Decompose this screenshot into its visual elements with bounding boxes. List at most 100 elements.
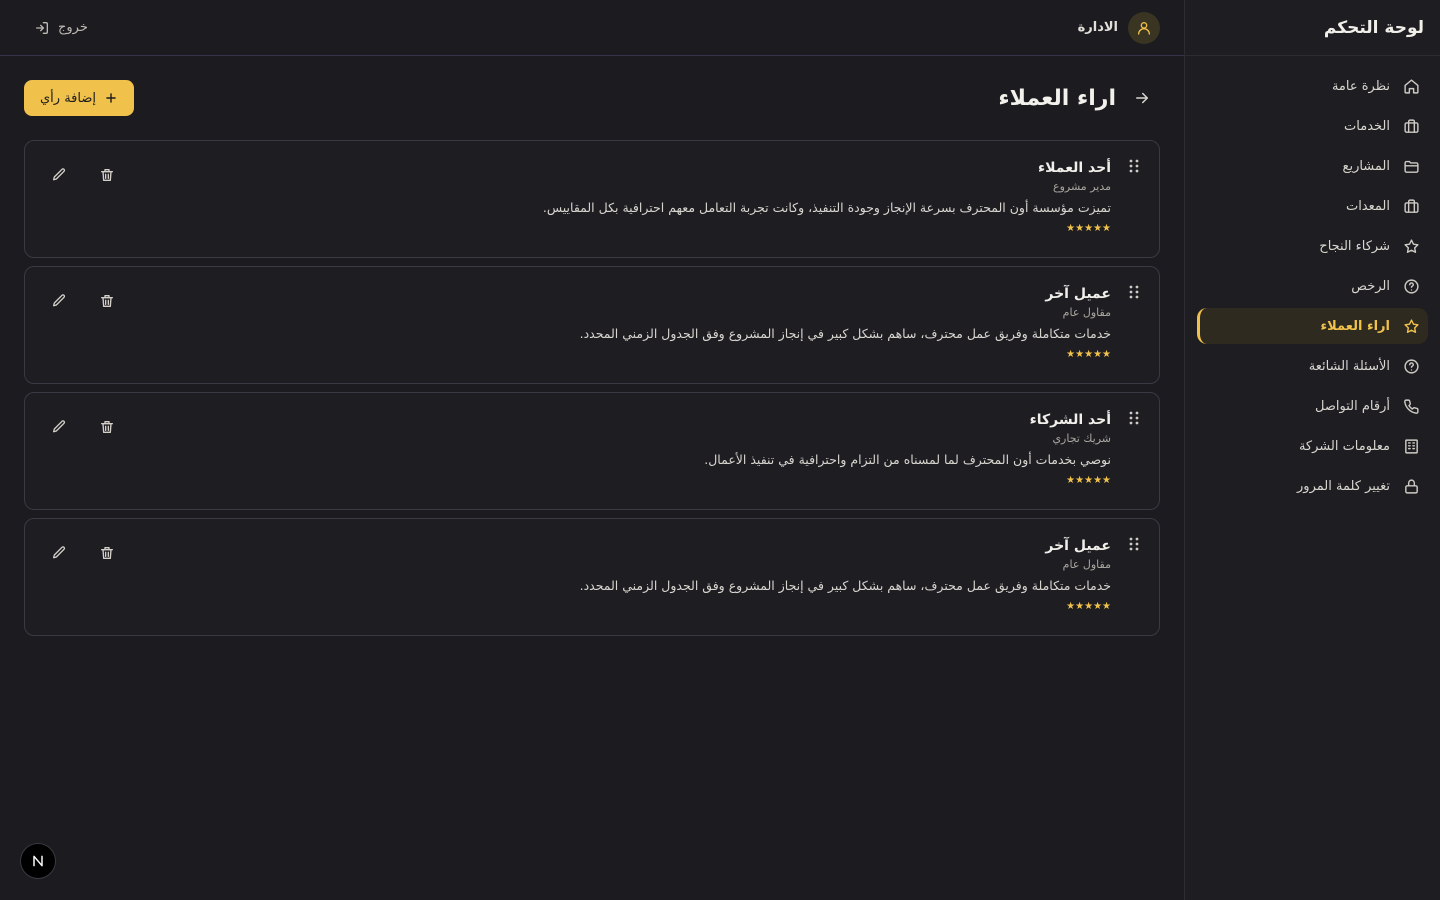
plus-icon xyxy=(106,93,116,103)
user-name: الادارة xyxy=(1077,20,1118,35)
help-circle-icon xyxy=(1402,277,1420,295)
sidebar-item-change-password[interactable]: تغيير كلمة المرور xyxy=(1197,468,1428,504)
card-actions xyxy=(47,541,119,565)
drag-handle-icon[interactable] xyxy=(1127,535,1141,553)
page-header: اراء العملاء إضافة رأي xyxy=(24,80,1160,116)
sidebar-item-label: المشاريع xyxy=(1342,158,1390,174)
sidebar-item-label: الرخص xyxy=(1351,278,1390,294)
edit-button[interactable] xyxy=(47,541,71,565)
card-actions xyxy=(47,415,119,439)
pencil-icon xyxy=(53,420,66,433)
sidebar-nav: نظرة عامة الخدمات المشاريع المعدات شركاء… xyxy=(1185,56,1440,504)
star-icon xyxy=(1402,237,1420,255)
testimonial-name: عميل آخر xyxy=(1045,286,1111,302)
briefcase-icon xyxy=(1402,197,1420,215)
testimonial-role: مقاول عام xyxy=(1062,306,1111,319)
sidebar-item-company-info[interactable]: معلومات الشركة xyxy=(1197,428,1428,464)
topbar: الادارة خروج xyxy=(0,0,1184,56)
logout-icon xyxy=(36,21,48,34)
rating-stars: ★★★★★ xyxy=(1066,601,1111,612)
folder-icon xyxy=(1402,157,1420,175)
sidebar-item-label: تغيير كلمة المرور xyxy=(1297,478,1390,494)
user-icon xyxy=(1138,21,1150,35)
testimonial-name: أحد العملاء xyxy=(1038,160,1111,176)
logout-label: خروج xyxy=(58,20,88,35)
home-icon xyxy=(1402,77,1420,95)
edit-button[interactable] xyxy=(47,415,71,439)
sidebar-item-label: شركاء النجاح xyxy=(1319,238,1390,254)
building-icon xyxy=(1402,437,1420,455)
rating-stars: ★★★★★ xyxy=(1066,349,1111,360)
trash-icon xyxy=(101,295,113,307)
edit-button[interactable] xyxy=(47,163,71,187)
logout-button[interactable]: خروج xyxy=(34,20,88,36)
card-actions xyxy=(47,289,119,313)
sidebar-item-label: أرقام التواصل xyxy=(1315,398,1390,414)
delete-button[interactable] xyxy=(95,541,119,565)
help-circle-icon xyxy=(1402,357,1420,375)
sidebar-item-licenses[interactable]: الرخص xyxy=(1197,268,1428,304)
add-testimonial-label: إضافة رأي xyxy=(40,90,96,106)
drag-handle-icon[interactable] xyxy=(1127,157,1141,175)
pencil-icon xyxy=(53,168,66,181)
sidebar-item-projects[interactable]: المشاريع xyxy=(1197,148,1428,184)
pencil-icon xyxy=(53,294,66,307)
sidebar-item-label: الخدمات xyxy=(1344,118,1390,134)
sidebar-item-equipment[interactable]: المعدات xyxy=(1197,188,1428,224)
n-logo-icon xyxy=(33,855,43,867)
sidebar-item-services[interactable]: الخدمات xyxy=(1197,108,1428,144)
sidebar-item-testimonials[interactable]: اراء العملاء xyxy=(1197,308,1428,344)
delete-button[interactable] xyxy=(95,163,119,187)
user-menu[interactable]: الادارة xyxy=(1077,11,1160,44)
testimonial-card: عميل آخر مقاول عام خدمات متكاملة وفريق ع… xyxy=(24,266,1160,384)
sidebar-item-contacts[interactable]: أرقام التواصل xyxy=(1197,388,1428,424)
sidebar-item-label: اراء العملاء xyxy=(1320,318,1390,334)
sidebar-item-label: الأسئلة الشائعة xyxy=(1308,358,1390,374)
add-testimonial-button[interactable]: إضافة رأي xyxy=(24,80,134,116)
trash-icon xyxy=(101,169,113,181)
testimonials-list: أحد العملاء مدير مشروع تميزت مؤسسة أون ا… xyxy=(24,140,1160,636)
drag-handle-icon[interactable] xyxy=(1127,409,1141,427)
testimonial-text: تميزت مؤسسة أون المحترف بسرعة الإنجاز وج… xyxy=(542,200,1111,215)
drag-handle-icon[interactable] xyxy=(1127,283,1141,301)
page-title: اراء العملاء xyxy=(998,85,1116,111)
briefcase-icon xyxy=(1402,117,1420,135)
testimonial-card: أحد العملاء مدير مشروع تميزت مؤسسة أون ا… xyxy=(24,140,1160,258)
dev-tools-badge[interactable] xyxy=(20,843,56,879)
back-arrow-icon[interactable] xyxy=(1132,88,1152,108)
testimonial-text: خدمات متكاملة وفريق عمل محترف، ساهم بشكل… xyxy=(579,578,1111,593)
avatar xyxy=(1128,11,1160,44)
sidebar-item-partners[interactable]: شركاء النجاح xyxy=(1197,228,1428,264)
testimonial-name: عميل آخر xyxy=(1045,538,1111,554)
lock-icon xyxy=(1402,477,1420,495)
testimonial-role: شريك تجاري xyxy=(1052,432,1111,445)
sidebar-item-faq[interactable]: الأسئلة الشائعة xyxy=(1197,348,1428,384)
testimonial-text: خدمات متكاملة وفريق عمل محترف، ساهم بشكل… xyxy=(579,326,1111,341)
delete-button[interactable] xyxy=(95,415,119,439)
app-root: لوحة التحكم نظرة عامة الخدمات المشاريع ا… xyxy=(0,0,1440,900)
rating-stars: ★★★★★ xyxy=(1066,223,1111,234)
star-icon xyxy=(1402,317,1420,335)
testimonial-text: نوصي بخدمات أون المحترف لما لمسناه من ال… xyxy=(704,452,1111,467)
sidebar-item-label: معلومات الشركة xyxy=(1298,438,1390,454)
sidebar-item-label: نظرة عامة xyxy=(1331,78,1390,94)
title-wrap: اراء العملاء xyxy=(998,86,1160,111)
edit-button[interactable] xyxy=(47,289,71,313)
brand-title: لوحة التحكم xyxy=(1323,17,1424,38)
testimonial-card: عميل آخر مقاول عام خدمات متكاملة وفريق ع… xyxy=(24,518,1160,636)
testimonial-card: أحد الشركاء شريك تجاري نوصي بخدمات أون ا… xyxy=(24,392,1160,510)
pencil-icon xyxy=(53,546,66,559)
trash-icon xyxy=(101,547,113,559)
testimonial-role: مقاول عام xyxy=(1062,558,1111,571)
card-actions xyxy=(47,163,119,187)
trash-icon xyxy=(101,421,113,433)
sidebar-item-label: المعدات xyxy=(1345,198,1390,214)
testimonial-role: مدير مشروع xyxy=(1053,180,1111,193)
delete-button[interactable] xyxy=(95,289,119,313)
phone-icon xyxy=(1402,397,1420,415)
testimonial-name: أحد الشركاء xyxy=(1029,412,1111,428)
main-content: اراء العملاء إضافة رأي أحد العملاء مدير … xyxy=(0,56,1184,900)
sidebar: لوحة التحكم نظرة عامة الخدمات المشاريع ا… xyxy=(1184,0,1440,900)
sidebar-item-overview[interactable]: نظرة عامة xyxy=(1197,68,1428,104)
rating-stars: ★★★★★ xyxy=(1066,475,1111,486)
